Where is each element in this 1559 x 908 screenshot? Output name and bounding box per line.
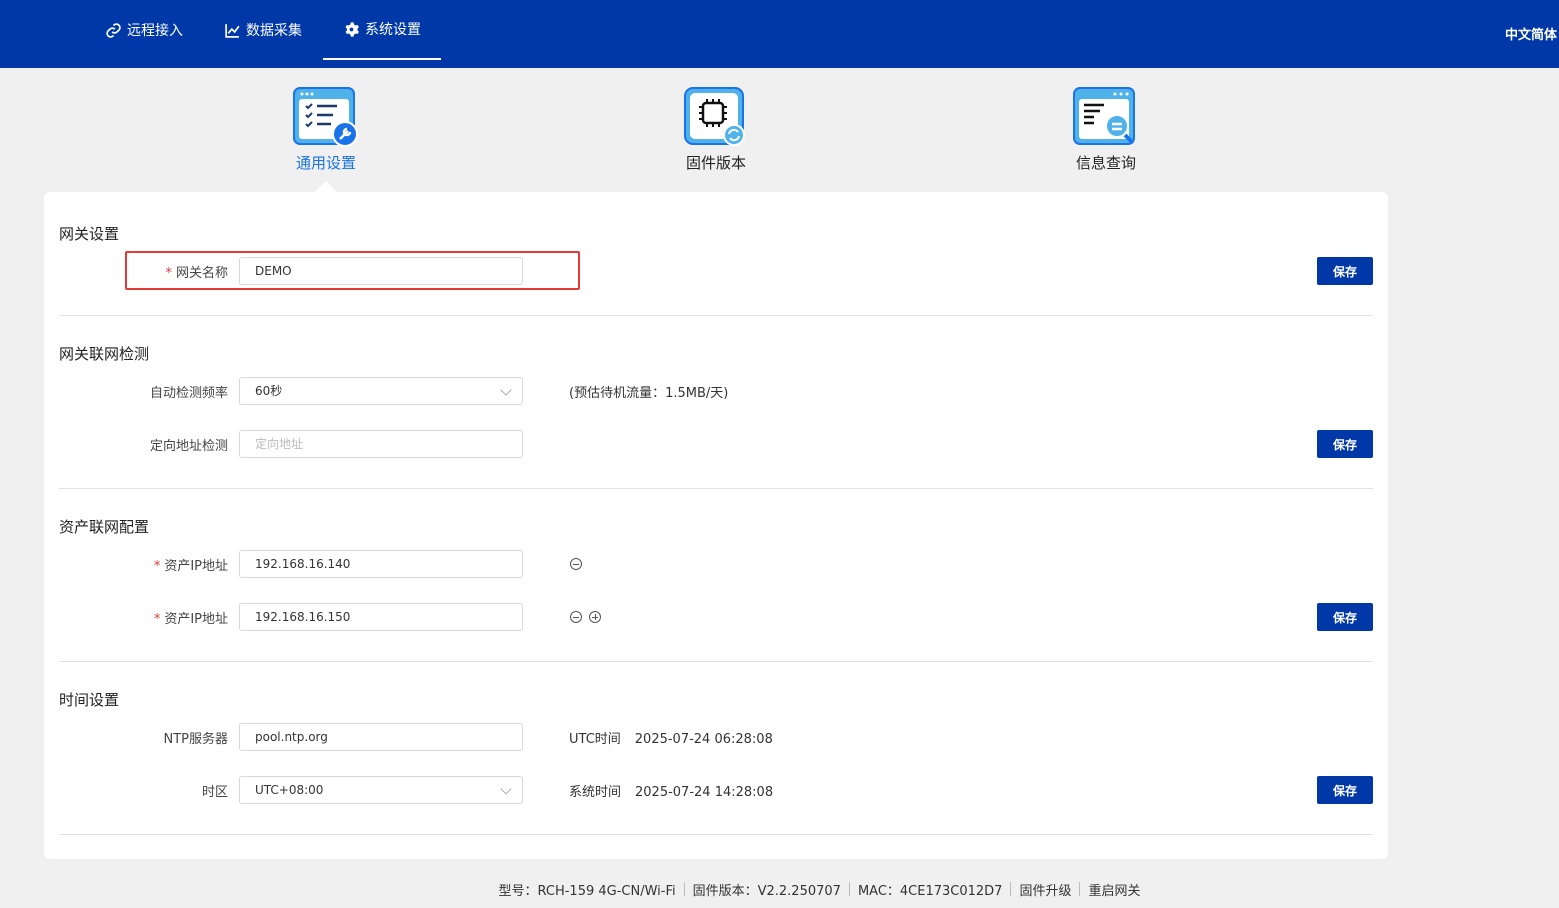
divider [59, 488, 1373, 489]
ntp-server-input[interactable]: pool.ntp.org [239, 723, 523, 751]
add-circle-icon[interactable] [589, 611, 601, 623]
nav-label: 远程接入 [127, 23, 183, 39]
section-title-gateway: 网关设置 [59, 225, 120, 243]
required-marker: * [153, 612, 161, 627]
check-frequency-label: 自动检测频率 [149, 386, 228, 401]
chevron-down-icon [500, 384, 512, 396]
chart-icon [225, 23, 240, 38]
save-button-asset[interactable]: 保存 [1317, 603, 1373, 631]
reboot-gateway-link[interactable]: 重启网关 [1088, 880, 1140, 899]
section-title-asset: 资产联网配置 [59, 518, 150, 536]
footer-firmware: 固件版本：V2.2.250707 [692, 884, 841, 899]
nav-item-remote-access[interactable]: 远程接入 [105, 0, 183, 60]
gear-icon [345, 21, 359, 37]
active-tab-pointer [314, 181, 338, 193]
target-address-input[interactable]: 定向地址 [239, 430, 523, 458]
save-button-time[interactable]: 保存 [1317, 776, 1373, 804]
divider [1010, 882, 1012, 896]
timezone-label: 时区 [201, 785, 228, 800]
tab-info-query[interactable]: 信息查询 [1046, 86, 1166, 173]
save-button-gateway[interactable]: 保存 [1317, 257, 1373, 285]
tab-label: 信息查询 [1075, 154, 1136, 172]
section-title-net-check: 网关联网检测 [59, 345, 150, 363]
divider [59, 834, 1373, 835]
footer-model: 型号：RCH-159 4G-CN/Wi-Fi [498, 884, 676, 899]
tab-firmware-version[interactable]: 固件版本 [656, 86, 776, 173]
tab-label: 固件版本 [685, 154, 746, 172]
divider [1079, 882, 1081, 896]
settings-panel: 网关设置 * 网关名称 DEMO 保存 网关联网检测 自动检测频率 60秒 (预估… [44, 192, 1388, 859]
footer-bar: 型号：RCH-159 4G-CN/Wi-Fi 固件版本：V2.2.250707 … [0, 880, 1559, 899]
asset-ip-input[interactable]: 192.168.16.140 [239, 550, 523, 578]
nav-item-system-settings[interactable]: 系统设置 [323, 0, 441, 60]
divider [59, 661, 1373, 662]
required-marker: * [153, 559, 161, 574]
system-time-display: 系统时间 2025-07-24 14:28:08 [569, 785, 774, 800]
divider [683, 882, 685, 896]
info-query-icon [1073, 86, 1139, 150]
tab-general-settings[interactable]: 通用设置 [266, 86, 386, 173]
tab-label: 通用设置 [295, 154, 356, 172]
firmware-upgrade-link[interactable]: 固件升级 [1019, 880, 1071, 899]
remove-circle-icon[interactable] [570, 611, 582, 623]
asset-ip-label: * 资产IP地址 [153, 559, 228, 574]
utc-time-display: UTC时间 2025-07-24 06:28:08 [569, 732, 773, 747]
chevron-down-icon [500, 783, 512, 795]
remove-circle-icon[interactable] [570, 558, 582, 570]
nav-label: 数据采集 [246, 23, 302, 39]
asset-ip-input[interactable]: 192.168.16.150 [239, 603, 523, 631]
traffic-estimate-note: (预估待机流量：1.5MB/天) [569, 386, 729, 401]
firmware-chip-icon [683, 86, 749, 150]
target-address-label: 定向地址检测 [149, 439, 228, 454]
nav-item-data-collection[interactable]: 数据采集 [224, 0, 302, 60]
divider [59, 315, 1373, 316]
footer-mac: MAC：4CE173C012D7 [857, 884, 1003, 899]
asset-ip-label: * 资产IP地址 [153, 612, 228, 627]
timezone-select[interactable]: UTC+08:00 [239, 776, 523, 804]
ntp-server-label: NTP服务器 [163, 732, 228, 747]
link-icon [106, 22, 121, 38]
section-title-time: 时间设置 [59, 691, 120, 709]
save-button-net-check[interactable]: 保存 [1317, 430, 1373, 458]
nav-label: 系统设置 [365, 22, 421, 38]
check-frequency-select[interactable]: 60秒 [239, 377, 523, 405]
highlight-box [125, 251, 580, 290]
top-nav-bar: 远程接入 数据采集 系统设置 中文简体 [0, 0, 1559, 68]
settings-window-icon [293, 86, 359, 150]
language-selector[interactable]: 中文简体 [1505, 24, 1557, 43]
divider [848, 882, 850, 896]
